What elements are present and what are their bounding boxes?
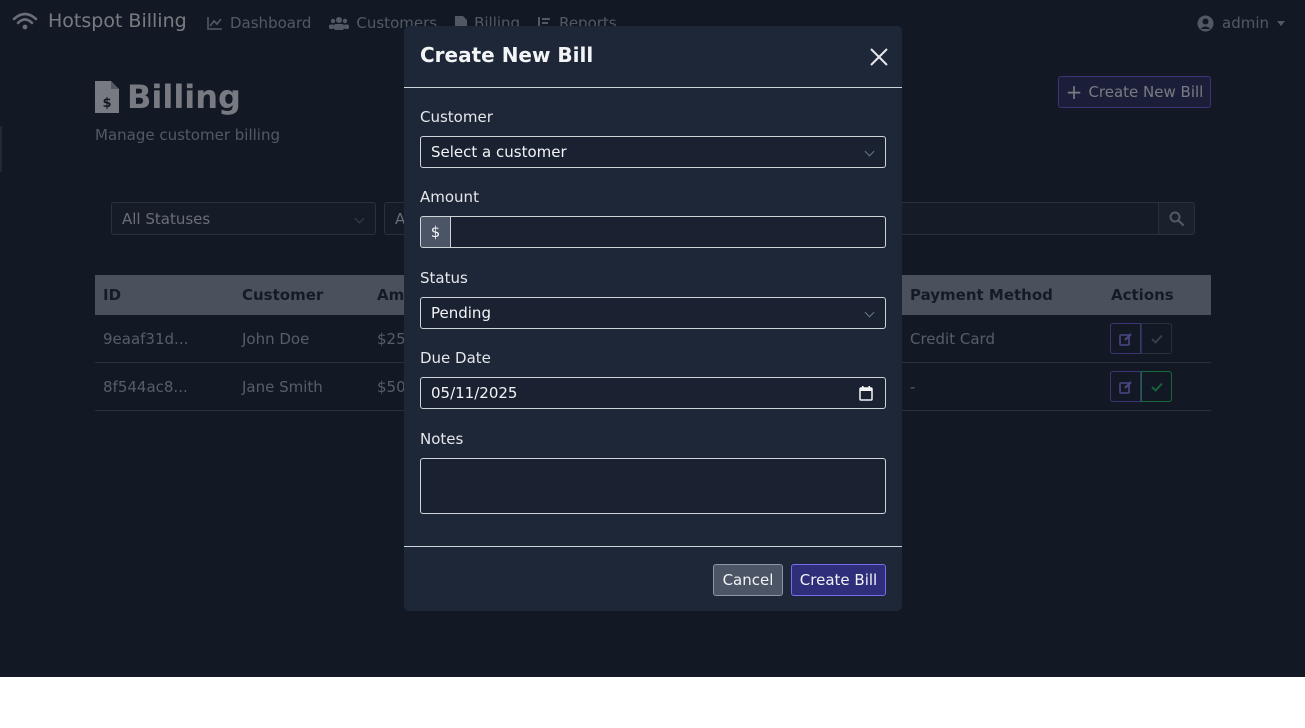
due-date-label: Due Date <box>420 349 491 367</box>
chevron-down-icon <box>864 146 875 157</box>
create-bill-modal: Create New Bill Customer Select a custom… <box>404 26 902 611</box>
customer-select-value: Select a customer <box>431 143 567 161</box>
modal-title: Create New Bill <box>420 43 594 67</box>
customer-select[interactable]: Select a customer <box>420 136 886 168</box>
due-date-value: 05/11/2025 <box>431 384 518 402</box>
create-bill-button[interactable]: Create Bill <box>791 564 886 596</box>
status-label: Status <box>420 269 468 287</box>
close-icon[interactable] <box>870 48 888 66</box>
amount-prefix: $ <box>420 216 451 248</box>
notes-textarea[interactable] <box>420 458 886 514</box>
amount-label: Amount <box>420 188 479 206</box>
cancel-button[interactable]: Cancel <box>713 564 783 596</box>
due-date-input[interactable]: 05/11/2025 <box>420 377 886 409</box>
app-background: Hotspot Billing Dashboard Cus <box>0 0 1305 677</box>
calendar-icon[interactable] <box>859 386 873 401</box>
notes-label: Notes <box>420 430 464 448</box>
chevron-down-icon <box>864 307 875 318</box>
amount-input[interactable] <box>450 216 886 248</box>
status-select[interactable]: Pending <box>420 297 886 329</box>
modal-header: Create New Bill <box>404 26 902 88</box>
modal-footer: Cancel Create Bill <box>404 546 902 612</box>
customer-label: Customer <box>420 108 493 126</box>
status-select-value: Pending <box>431 304 491 322</box>
